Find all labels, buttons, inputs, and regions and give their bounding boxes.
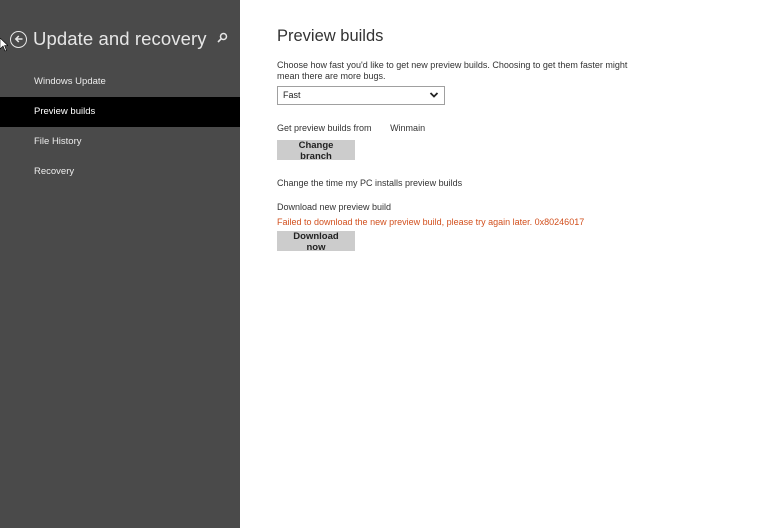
download-label: Download new preview build [277, 202, 392, 212]
back-arrow-icon [14, 35, 22, 43]
sidebar-item-preview-builds[interactable]: Preview builds [0, 97, 240, 127]
change-branch-button[interactable]: Change branch [277, 140, 355, 162]
chevron-down-icon [429, 92, 439, 98]
branch-value: Winmain [390, 123, 426, 133]
speed-description: Choose how fast you'd like to get new pr… [277, 60, 628, 81]
back-button[interactable] [10, 30, 27, 48]
sidebar-item-file-history[interactable]: File History [0, 127, 240, 157]
sidebar: Update and recovery Windows Update Previ… [0, 0, 240, 528]
install-time-link[interactable]: Change the time my PC installs preview b… [277, 178, 462, 188]
search-button[interactable] [214, 30, 230, 46]
search-icon [217, 32, 228, 43]
speed-select-value: Fast [283, 90, 301, 100]
download-now-button[interactable]: Download now [277, 231, 355, 253]
mouse-cursor-icon [0, 38, 8, 52]
sidebar-item-windows-update[interactable]: Windows Update [0, 67, 240, 97]
page-title: Preview builds [277, 27, 384, 45]
error-message: Failed to download the new preview build… [277, 217, 585, 227]
sidebar-nav: Windows Update Preview builds File Histo… [0, 67, 240, 187]
branch-label: Get preview builds from [277, 123, 372, 133]
branch-row: Get preview builds from Winmain [277, 123, 425, 133]
sidebar-title: Update and recovery [33, 28, 207, 49]
sidebar-item-recovery[interactable]: Recovery [0, 157, 240, 187]
sidebar-header: Update and recovery [10, 26, 207, 52]
speed-select[interactable]: Fast [277, 86, 445, 105]
